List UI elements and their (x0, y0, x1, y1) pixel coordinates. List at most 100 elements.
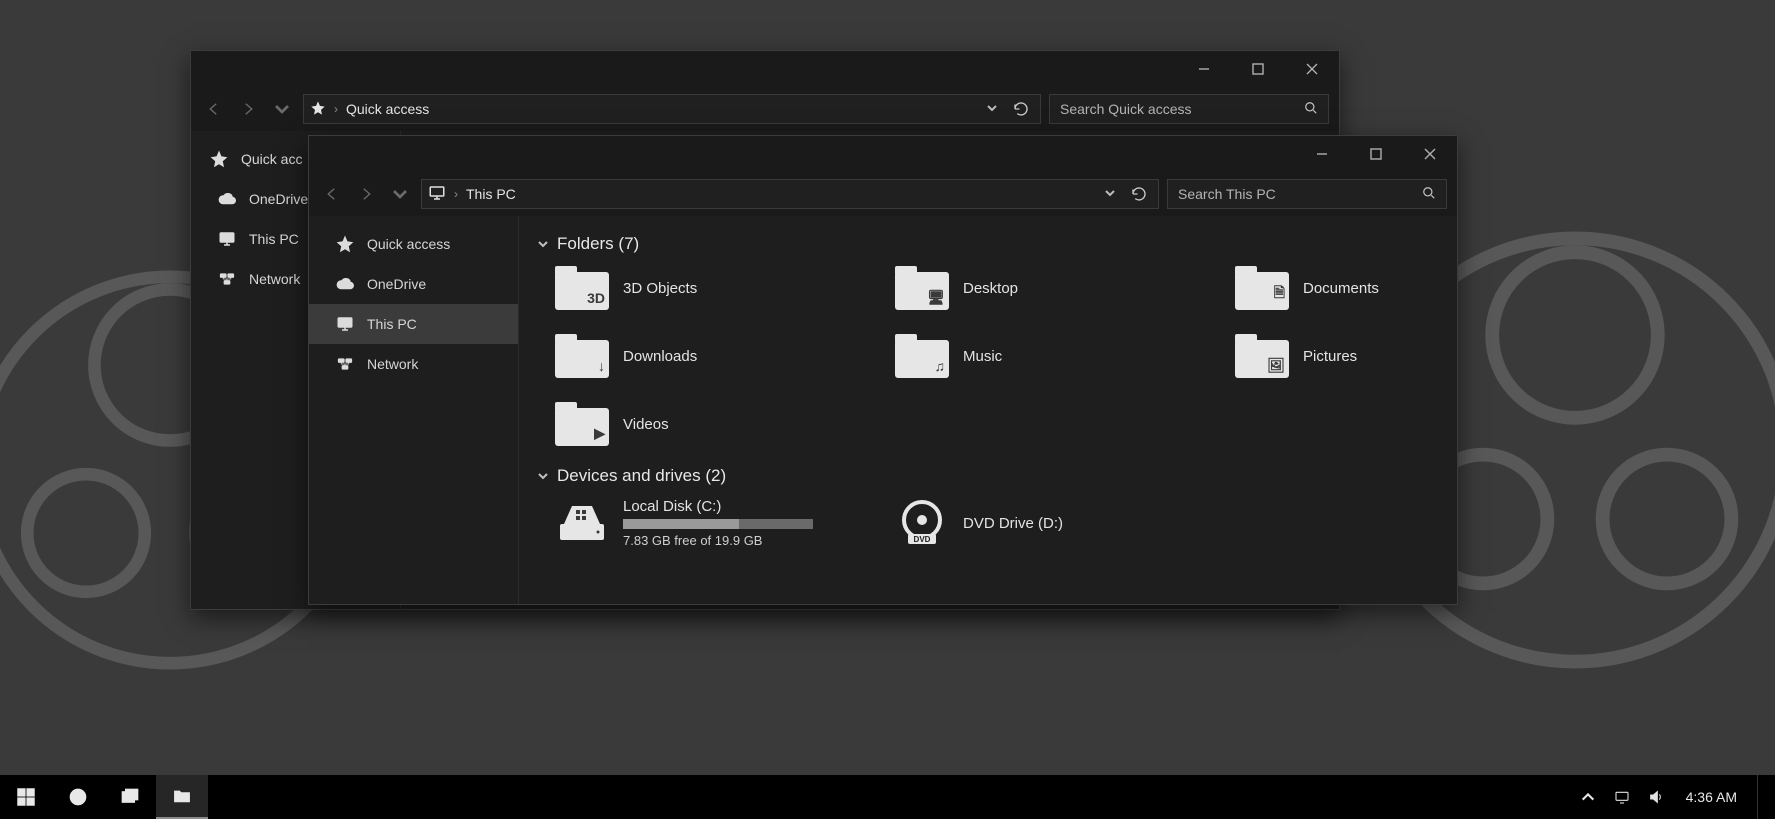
folder-label: Music (963, 348, 1002, 365)
folder-item[interactable]: ↓ Downloads (555, 334, 855, 378)
taskbar-app-explorer[interactable] (156, 775, 208, 819)
svg-text:DVD: DVD (914, 535, 931, 544)
breadcrumb-location[interactable]: Quick access (346, 101, 429, 117)
folder-icon: ↓ (555, 334, 609, 378)
maximize-button[interactable] (1231, 51, 1285, 87)
sidebar-item-label: OneDrive (367, 276, 426, 292)
search-box[interactable] (1049, 94, 1329, 124)
folder-icon: ▶ (555, 402, 609, 446)
explorer-window-this-pc[interactable]: › This PC Quick access OneDrive This (308, 135, 1458, 605)
folder-item[interactable]: 🗎 Documents (1235, 266, 1457, 310)
refresh-button[interactable] (1126, 181, 1152, 207)
address-dropdown[interactable] (986, 101, 998, 117)
sidebar-item-label: Network (367, 356, 418, 372)
drive-item[interactable]: DVD DVD Drive (D:) (895, 498, 1195, 548)
drive-free-text: 7.83 GB free of 19.9 GB (623, 533, 813, 548)
drive-icon: DVD (895, 500, 949, 546)
search-box[interactable] (1167, 179, 1447, 209)
content-pane[interactable]: Folders (7) 3D 3D Objects 🖥 Desktop 🗎 Do… (519, 216, 1457, 604)
taskbar-clock[interactable]: 4:36 AM (1680, 789, 1743, 805)
folder-label: 3D Objects (623, 280, 697, 297)
minimize-button[interactable] (1295, 136, 1349, 172)
folder-label: Desktop (963, 280, 1018, 297)
sidebar-item-onedrive[interactable]: OneDrive (309, 264, 518, 304)
search-icon (1304, 101, 1318, 118)
recent-dropdown[interactable] (387, 181, 413, 207)
cortana-button[interactable] (52, 775, 104, 819)
back-button[interactable] (201, 96, 227, 122)
folder-icon: 🖼 (1235, 334, 1289, 378)
monitor-icon (217, 230, 237, 248)
start-button[interactable] (0, 775, 52, 819)
folder-icon: 🗎 (1235, 266, 1289, 310)
sidebar-item-this-pc[interactable]: This PC (309, 304, 518, 344)
search-input[interactable] (1178, 186, 1416, 202)
folder-item[interactable]: 3D 3D Objects (555, 266, 855, 310)
close-button[interactable] (1403, 136, 1457, 172)
address-bar[interactable]: › Quick access (303, 94, 1041, 124)
forward-button[interactable] (235, 96, 261, 122)
folder-item[interactable]: ♫ Music (895, 334, 1195, 378)
recent-dropdown[interactable] (269, 96, 295, 122)
sidebar-item-label: OneDrive (249, 191, 308, 207)
folder-label: Videos (623, 416, 669, 433)
network-icon (335, 355, 355, 373)
drive-item[interactable]: Local Disk (C:) 7.83 GB free of 19.9 GB (555, 498, 855, 548)
navigation-pane: Quick access OneDrive This PC Network (309, 216, 519, 604)
group-header-folders[interactable]: Folders (7) (537, 234, 1439, 254)
drive-usage-bar (623, 519, 813, 529)
folder-item[interactable]: ▶ Videos (555, 402, 855, 446)
folder-item[interactable]: 🖼 Pictures (1235, 334, 1457, 378)
star-icon (335, 235, 355, 253)
navigation-bar: › Quick access (191, 87, 1339, 131)
volume-tray-icon[interactable] (1646, 787, 1666, 807)
forward-button[interactable] (353, 181, 379, 207)
search-icon (1422, 186, 1436, 203)
back-button[interactable] (319, 181, 345, 207)
breadcrumb-separator: › (334, 102, 338, 116)
sidebar-item-label: Quick acc (241, 151, 302, 167)
task-view-button[interactable] (104, 775, 156, 819)
show-desktop-button[interactable] (1757, 775, 1765, 819)
folder-icon: 🖥 (895, 266, 949, 310)
sidebar-item-label: Quick access (367, 236, 450, 252)
breadcrumb-location[interactable]: This PC (466, 186, 516, 202)
close-button[interactable] (1285, 51, 1339, 87)
navigation-bar: › This PC (309, 172, 1457, 216)
group-header-drives[interactable]: Devices and drives (2) (537, 466, 1439, 486)
sidebar-item-label: Network (249, 271, 300, 287)
titlebar[interactable] (191, 51, 1339, 87)
sidebar-item-label: This PC (367, 316, 417, 332)
sidebar-item-label: This PC (249, 231, 299, 247)
maximize-button[interactable] (1349, 136, 1403, 172)
group-header-label: Devices and drives (2) (557, 466, 726, 486)
network-tray-icon[interactable] (1612, 787, 1632, 807)
search-input[interactable] (1060, 101, 1298, 117)
tray-overflow-button[interactable] (1578, 787, 1598, 807)
drive-label: DVD Drive (D:) (963, 515, 1063, 532)
network-icon (217, 270, 237, 288)
titlebar[interactable] (309, 136, 1457, 172)
address-bar[interactable]: › This PC (421, 179, 1159, 209)
group-header-label: Folders (7) (557, 234, 639, 254)
star-icon (209, 150, 229, 168)
star-icon (310, 100, 326, 119)
folder-label: Downloads (623, 348, 697, 365)
sidebar-item-network[interactable]: Network (309, 344, 518, 384)
folder-label: Pictures (1303, 348, 1357, 365)
chevron-down-icon (537, 470, 549, 482)
sidebar-item-quick-access[interactable]: Quick access (309, 224, 518, 264)
folder-label: Documents (1303, 280, 1379, 297)
folder-icon: 3D (555, 266, 609, 310)
cloud-icon (335, 275, 355, 293)
drive-label: Local Disk (C:) (623, 498, 813, 515)
folder-icon: ♫ (895, 334, 949, 378)
refresh-button[interactable] (1008, 96, 1034, 122)
folder-item[interactable]: 🖥 Desktop (895, 266, 1195, 310)
breadcrumb-separator: › (454, 187, 458, 201)
monitor-icon (335, 315, 355, 333)
minimize-button[interactable] (1177, 51, 1231, 87)
taskbar[interactable]: 4:36 AM (0, 775, 1775, 819)
address-dropdown[interactable] (1104, 186, 1116, 202)
monitor-icon (428, 184, 446, 205)
